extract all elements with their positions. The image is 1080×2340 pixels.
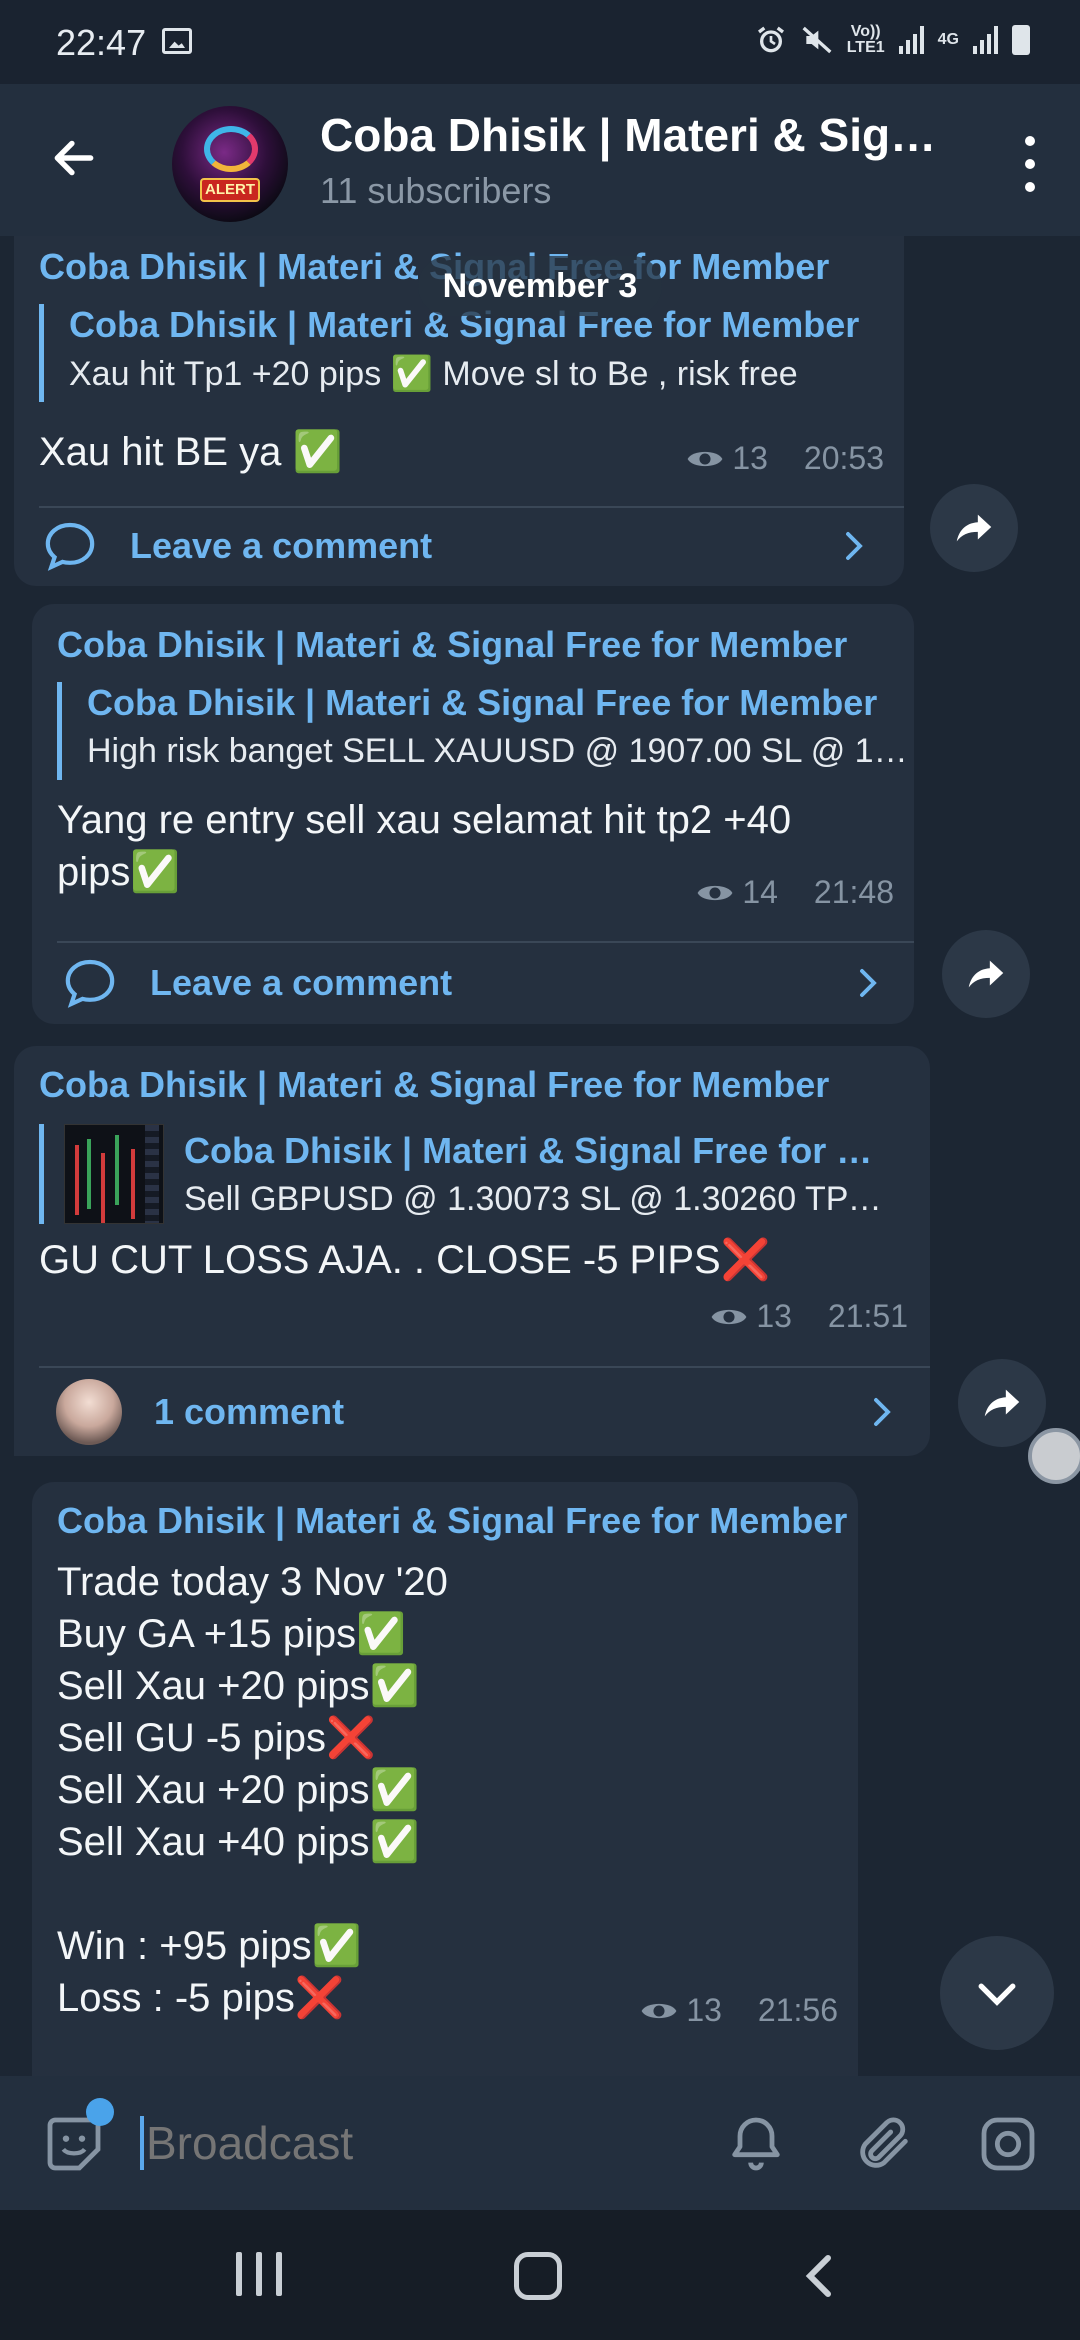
attach-button[interactable] <box>852 2112 916 2176</box>
chevron-right-icon <box>874 1398 891 1426</box>
comment-label: Leave a comment <box>130 525 433 566</box>
message-text: Trade today 3 Nov '20 Buy GA +15 pips✅ S… <box>57 1560 448 2020</box>
view-count: 14 <box>742 874 778 910</box>
more-options-button[interactable] <box>1020 136 1040 192</box>
home-button[interactable] <box>514 2252 562 2300</box>
chat-bubble-icon <box>65 959 115 1008</box>
message-text: GU CUT LOSS AJA. . CLOSE -5 PIPS❌ <box>39 1238 771 1282</box>
comment-button[interactable]: Leave a comment <box>14 506 904 586</box>
message-text: Yang re entry sell xau selamat hit tp2 +… <box>57 798 792 894</box>
volte-label: Vo)) LTE1 <box>847 24 885 56</box>
system-nav-bar <box>0 2210 1080 2340</box>
avatar-alert-badge: ALERT <box>200 178 260 202</box>
reply-preview[interactable]: Coba Dhisik | Materi & Signal Free for M… <box>57 682 917 780</box>
input-bar <box>0 2076 1080 2210</box>
message-time: 20:53 <box>803 440 884 476</box>
avatar-logo-swirl <box>204 126 258 172</box>
bell-icon <box>732 2117 780 2171</box>
instagram-camera-icon <box>981 2117 1035 2171</box>
comment-label: Leave a comment <box>150 962 453 1003</box>
reply-name: Coba Dhisik | Materi & Signal Free for M… <box>184 1129 884 1171</box>
signal-icon <box>898 26 924 54</box>
fast-scroll-handle[interactable] <box>1028 1428 1080 1484</box>
share-button[interactable] <box>942 930 1030 1018</box>
alarm-icon <box>757 26 784 53</box>
new-sticker-badge <box>86 2098 114 2126</box>
text-caret <box>140 2116 144 2170</box>
chat-bubble-icon <box>45 522 95 571</box>
mute-icon <box>802 26 832 54</box>
eye-icon <box>687 451 723 466</box>
system-back-button[interactable] <box>800 2252 840 2300</box>
share-icon <box>956 514 992 542</box>
signal-icon-2 <box>973 26 998 54</box>
chart-thumbnail <box>64 1124 164 1224</box>
reply-text: High risk banget SELL XAUUSD @ 1907.00 S… <box>87 732 917 770</box>
commenter-avatar <box>56 1379 122 1445</box>
status-icons: Vo)) LTE1 4G <box>755 24 1030 56</box>
comment-label: 1 comment <box>154 1391 345 1432</box>
lte-text: LTE1 <box>846 39 885 56</box>
broadcast-input[interactable] <box>146 2110 686 2176</box>
message-meta: 13 21:56 <box>640 1992 838 2029</box>
eye-icon <box>711 1309 747 1324</box>
subscriber-count: 11 subscribers <box>320 170 552 211</box>
view-count: 13 <box>686 1992 722 2028</box>
share-button[interactable] <box>958 1359 1046 1447</box>
battery-icon <box>1012 25 1030 55</box>
message-sender: Coba Dhisik | Materi & Signal Free for M… <box>57 1500 848 1541</box>
message-time: 21:56 <box>757 1992 838 2028</box>
message-time: 21:48 <box>813 874 894 910</box>
message-list[interactable]: Coba Dhisik | Materi & Signal Free for M… <box>0 236 1080 2076</box>
scroll-to-bottom-button[interactable] <box>940 1936 1054 2050</box>
notification-toggle-button[interactable] <box>724 2112 788 2176</box>
date-pill: November 3 <box>418 256 662 316</box>
comment-button[interactable]: 1 comment <box>14 1368 930 1456</box>
eye-icon <box>641 2003 677 2018</box>
reply-name: Coba Dhisik | Materi & Signal Free for M… <box>87 682 878 723</box>
comment-button[interactable]: Leave a comment <box>32 943 914 1023</box>
message-text: Xau hit BE ya ✅ <box>39 430 343 474</box>
message-sender: Coba Dhisik | Materi & Signal Free for M… <box>57 624 848 665</box>
channel-title[interactable]: Coba Dhisik | Materi & Signal Free for M… <box>320 108 960 162</box>
message-bubble[interactable]: Coba Dhisik | Materi & Signal Free for M… <box>32 1482 858 2076</box>
camera-button[interactable] <box>976 2112 1040 2176</box>
chevron-down-icon <box>978 1983 1016 2006</box>
reply-preview[interactable]: Coba Dhisik | Materi & Signal Free for M… <box>39 304 899 402</box>
share-icon <box>968 960 1004 988</box>
more-vert-icon <box>1025 136 1035 146</box>
status-bar: 22:47 Vo)) LTE1 4G <box>0 0 1080 84</box>
message-sender: Coba Dhisik | Materi & Signal Free for M… <box>39 1064 830 1105</box>
volte-text: Vo)) <box>850 23 881 40</box>
chevron-right-icon <box>860 969 877 997</box>
arrow-left-icon <box>54 140 94 176</box>
network-4g-label: 4G <box>937 31 959 48</box>
message-time: 21:51 <box>827 1298 908 1334</box>
message-bubble[interactable]: Coba Dhisik | Materi & Signal Free for M… <box>32 604 917 1024</box>
status-time: 22:47 <box>56 22 147 63</box>
message-meta: 13 20:53 <box>686 440 884 477</box>
gallery-notification-icon <box>162 28 192 54</box>
view-count: 13 <box>756 1298 792 1334</box>
message-meta: 13 21:51 <box>710 1298 908 1335</box>
reply-text: Xau hit Tp1 +20 pips ✅ Move sl to Be , r… <box>69 355 798 393</box>
recent-apps-button[interactable] <box>236 2252 282 2296</box>
paperclip-icon <box>860 2117 908 2168</box>
share-icon <box>984 1389 1020 1417</box>
back-button[interactable] <box>44 128 104 188</box>
channel-avatar[interactable]: ALERT <box>172 106 288 222</box>
share-button[interactable] <box>930 484 1018 572</box>
chat-header: ALERT Coba Dhisik | Materi & Signal Free… <box>0 84 1080 236</box>
eye-icon <box>697 885 733 900</box>
view-count: 13 <box>732 440 768 476</box>
reply-preview[interactable]: Coba Dhisik | Materi & Signal Free for M… <box>39 1124 919 1224</box>
chevron-right-icon <box>846 532 863 560</box>
message-meta: 14 21:48 <box>696 874 894 911</box>
message-bubble[interactable]: Coba Dhisik | Materi & Signal Free for M… <box>14 1046 930 1456</box>
reply-text: Sell GBPUSD @ 1.30073 SL @ 1.30260 TP @ … <box>184 1179 884 1218</box>
